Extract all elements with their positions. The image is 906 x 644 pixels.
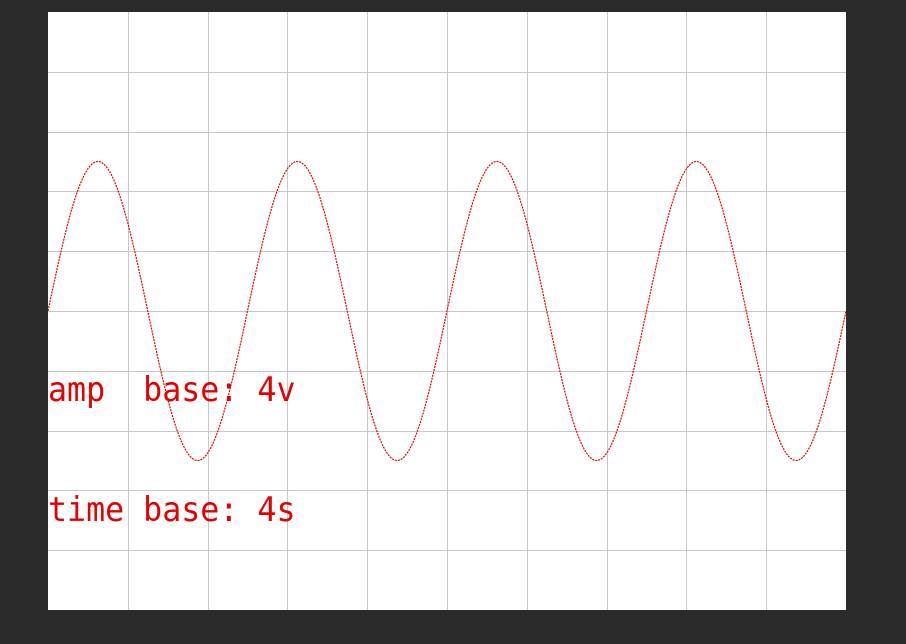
oscilloscope-screen: amp base: 4v time base: 4s [48, 12, 846, 610]
scale-readout: amp base: 4v time base: 4s [48, 290, 295, 610]
time-base-label: time base: 4s [48, 490, 296, 530]
amplitude-base-label: amp base: 4v [48, 370, 296, 410]
